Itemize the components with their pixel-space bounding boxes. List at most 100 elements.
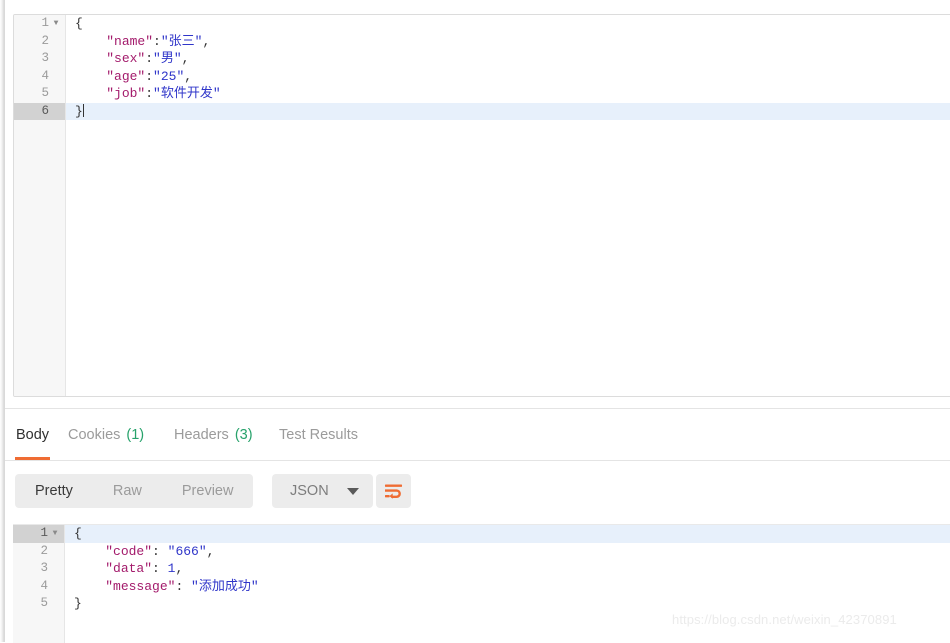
code-line-content[interactable]: { bbox=[66, 15, 950, 33]
code-line[interactable]: 4 "message": "添加成功" bbox=[13, 578, 950, 596]
line-number: 4 bbox=[40, 578, 48, 593]
code-token: : bbox=[145, 68, 154, 84]
watermark-url: https://blog.csdn.net/weixin_42370891 bbox=[672, 612, 897, 627]
tab-label: Cookies bbox=[68, 426, 121, 443]
response-editor-lines[interactable]: 1 ▼{2 "code": "666", 3 "data": 1, 4 "messag… bbox=[13, 525, 950, 613]
response-format-switch: Pretty Raw Preview bbox=[15, 474, 254, 508]
tab-headers[interactable]: Headers (3) bbox=[173, 409, 254, 460]
code-token: { bbox=[75, 16, 83, 31]
code-line[interactable]: 2 "code": "666", bbox=[13, 543, 950, 561]
response-toolbar: Pretty Raw Preview JSON bbox=[5, 461, 950, 521]
tab-active-underline bbox=[173, 457, 254, 460]
format-raw[interactable]: Raw bbox=[93, 474, 162, 508]
code-line[interactable]: 5 "job":"软件开发" bbox=[14, 85, 950, 103]
code-token: "data" bbox=[105, 561, 153, 576]
code-token: : bbox=[152, 561, 168, 576]
code-token: : bbox=[153, 33, 161, 49]
line-number: 3 bbox=[40, 561, 48, 575]
line-number: 5 bbox=[40, 596, 48, 610]
window-left-edge-line bbox=[4, 0, 5, 642]
code-token: "男" bbox=[153, 51, 182, 66]
word-wrap-button[interactable] bbox=[376, 474, 411, 508]
code-token: : bbox=[175, 578, 192, 594]
code-line-content[interactable]: "sex":"男", bbox=[66, 50, 950, 68]
code-token: "25" bbox=[153, 68, 185, 84]
code-line-content[interactable]: "data": 1, bbox=[65, 560, 950, 578]
format-pretty[interactable]: Pretty bbox=[15, 474, 93, 508]
code-line[interactable]: 4 "age":"25", bbox=[14, 68, 950, 86]
line-number: 3 bbox=[41, 51, 49, 65]
response-tab-bar: Body Cookies (1) Headers (3) Test Results bbox=[5, 409, 950, 461]
code-line-content[interactable]: } bbox=[65, 595, 950, 613]
code-token: } bbox=[75, 103, 83, 119]
code-token: "name" bbox=[106, 33, 154, 49]
code-line[interactable]: 1 ▼ { bbox=[14, 15, 950, 33]
code-token: , bbox=[206, 543, 215, 559]
line-number: 5 bbox=[41, 86, 49, 100]
code-token: : bbox=[145, 86, 154, 101]
line-number: 2 bbox=[41, 33, 49, 48]
code-line-content[interactable]: "code": "666", bbox=[65, 543, 950, 561]
line-number: 1 ▼ bbox=[13, 525, 64, 543]
code-line-content[interactable]: "message": "添加成功" bbox=[65, 578, 950, 596]
code-line-content[interactable]: "age":"25", bbox=[66, 68, 950, 86]
line-number: 6 bbox=[14, 102, 65, 120]
code-token: : bbox=[152, 543, 168, 559]
code-token: "job" bbox=[106, 86, 146, 101]
tab-count-badge: (1) bbox=[126, 426, 145, 443]
code-line[interactable]: 1 ▼ { bbox=[13, 525, 950, 543]
tab-label: Body bbox=[16, 426, 50, 443]
code-line-content[interactable]: "name":"张三", bbox=[66, 33, 950, 51]
tab-body[interactable]: Body bbox=[15, 409, 51, 460]
code-token: "age" bbox=[106, 68, 146, 84]
code-token: "软件开发" bbox=[153, 86, 221, 101]
response-type-select[interactable]: JSON bbox=[272, 474, 373, 508]
code-token: "张三" bbox=[160, 33, 203, 49]
tab-label: Headers bbox=[174, 426, 229, 443]
code-line[interactable]: 3 "sex":"男", bbox=[14, 50, 950, 68]
tab-test-results[interactable]: Test Results bbox=[278, 409, 359, 460]
word-wrap-icon bbox=[385, 484, 402, 499]
response-type-select-value: JSON bbox=[290, 483, 329, 499]
code-token: , bbox=[184, 68, 193, 84]
code-line-content[interactable]: "job":"软件开发" bbox=[66, 85, 950, 103]
code-token: "666" bbox=[167, 543, 207, 559]
chevron-down-icon bbox=[346, 487, 359, 495]
code-line[interactable]: 3 "data": 1, bbox=[13, 560, 950, 578]
code-token: "message" bbox=[105, 578, 176, 594]
code-token: "添加成功" bbox=[191, 578, 259, 594]
code-line[interactable]: 5} bbox=[13, 595, 950, 613]
tab-cookies[interactable]: Cookies (1) bbox=[67, 409, 145, 460]
text-caret bbox=[82, 103, 84, 117]
code-token: "sex" bbox=[106, 51, 146, 66]
code-token: { bbox=[74, 526, 82, 541]
code-token: , bbox=[181, 51, 190, 66]
format-preview[interactable]: Preview bbox=[162, 474, 254, 508]
fold-toggle-icon[interactable]: ▼ bbox=[50, 525, 60, 543]
tab-active-underline bbox=[278, 457, 359, 460]
line-number: 2 bbox=[40, 543, 48, 558]
tab-label: Test Results bbox=[279, 426, 358, 443]
code-token: , bbox=[202, 33, 211, 49]
code-line[interactable]: 2 "name":"张三", bbox=[14, 33, 950, 51]
code-line-content[interactable]: } bbox=[66, 102, 950, 120]
line-number: 4 bbox=[41, 68, 49, 83]
code-token: } bbox=[74, 596, 82, 611]
code-line-content[interactable]: { bbox=[65, 525, 950, 543]
request-editor-lines[interactable]: 1 ▼{2 "name":"张三", 3 "sex":"男", 4 "age":"25… bbox=[14, 15, 950, 120]
tab-count-badge: (3) bbox=[234, 426, 253, 443]
code-token: "code" bbox=[105, 543, 153, 559]
line-number: 1 ▼ bbox=[14, 15, 65, 33]
code-token: , bbox=[175, 561, 184, 576]
code-line[interactable]: 6} bbox=[14, 102, 950, 120]
tab-active-underline bbox=[15, 457, 51, 460]
request-body-editor[interactable]: 1 ▼{2 "name":"张三", 3 "sex":"男", 4 "age":"25… bbox=[13, 14, 950, 397]
code-token: : bbox=[145, 51, 154, 66]
fold-toggle-icon[interactable]: ▼ bbox=[51, 15, 61, 33]
